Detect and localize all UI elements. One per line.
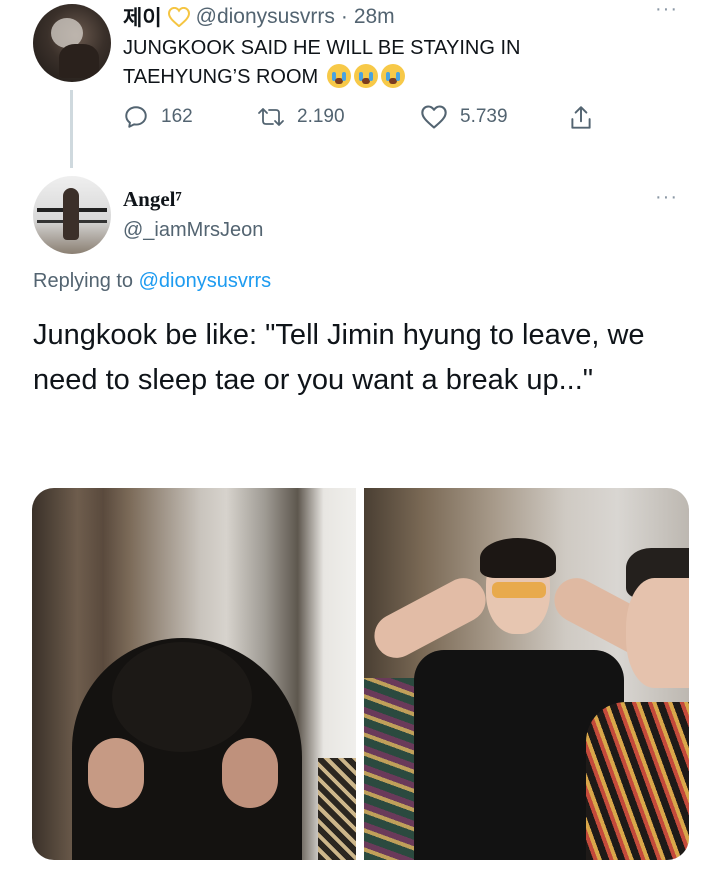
replying-prefix: Replying to bbox=[33, 270, 134, 292]
photo-shape bbox=[364, 678, 420, 860]
avatar-body-shape bbox=[59, 44, 99, 78]
retweet-count: 2.190 bbox=[297, 106, 345, 127]
tweet-header: 제이 @dionysusvrrs · 28m bbox=[123, 2, 395, 32]
replying-handle-link[interactable]: @dionysusvrrs bbox=[139, 270, 272, 292]
photo-shape bbox=[112, 642, 252, 752]
reply-text: Jungkook be like: "Tell Jimin hyung to l… bbox=[33, 319, 645, 396]
dot-separator: · bbox=[340, 5, 348, 28]
avatar-figure-shape bbox=[63, 188, 79, 240]
photo-shape bbox=[318, 758, 356, 860]
media-photo-2[interactable] bbox=[364, 488, 689, 860]
reply-icon bbox=[125, 106, 147, 128]
more-icon[interactable]: ··· bbox=[655, 186, 678, 209]
photo-shape bbox=[222, 738, 278, 808]
avatar-original[interactable] bbox=[33, 4, 111, 82]
timestamp[interactable]: 28m bbox=[354, 5, 395, 29]
tweet-text-body: JUNGKOOK SAID HE WILL BE STAYING IN TAEH… bbox=[123, 37, 521, 88]
replying-to: Replying to @dionysusvrrs bbox=[33, 270, 271, 293]
reply-display-name[interactable]: Angel⁷ bbox=[123, 187, 182, 212]
crying-face-emoji-icon bbox=[380, 64, 405, 88]
share-button[interactable] bbox=[568, 104, 594, 132]
thread-line bbox=[70, 90, 73, 168]
photo-shape bbox=[626, 578, 689, 688]
reply-button[interactable]: 162 bbox=[123, 104, 193, 130]
like-icon bbox=[421, 105, 447, 129]
reply-handle[interactable]: @_iamMrsJeon bbox=[123, 219, 263, 242]
share-icon bbox=[571, 106, 591, 129]
media-photo-1[interactable] bbox=[32, 488, 356, 860]
handle[interactable]: @dionysusvrrs bbox=[196, 5, 335, 29]
retweet-button[interactable]: 2.190 bbox=[257, 104, 345, 130]
display-name[interactable]: 제이 bbox=[123, 2, 162, 32]
like-button[interactable]: 5.739 bbox=[420, 104, 508, 130]
retweet-icon bbox=[258, 108, 284, 126]
photo-shape bbox=[586, 702, 689, 860]
yellow-heart-icon bbox=[167, 7, 190, 27]
crying-face-emoji-icon bbox=[353, 64, 378, 88]
more-icon[interactable]: ··· bbox=[655, 0, 678, 21]
crying-face-emoji-icon bbox=[326, 64, 351, 88]
like-count: 5.739 bbox=[460, 106, 508, 127]
photo-shape bbox=[88, 738, 144, 808]
photo-shape bbox=[480, 538, 556, 578]
tweet-actions: 162 2.190 5.739 bbox=[123, 104, 603, 134]
photo-shape bbox=[492, 582, 546, 598]
reply-count: 162 bbox=[161, 106, 193, 127]
avatar-reply[interactable] bbox=[33, 176, 111, 254]
tweet-text: JUNGKOOK SAID HE WILL BE STAYING IN TAEH… bbox=[123, 34, 643, 92]
